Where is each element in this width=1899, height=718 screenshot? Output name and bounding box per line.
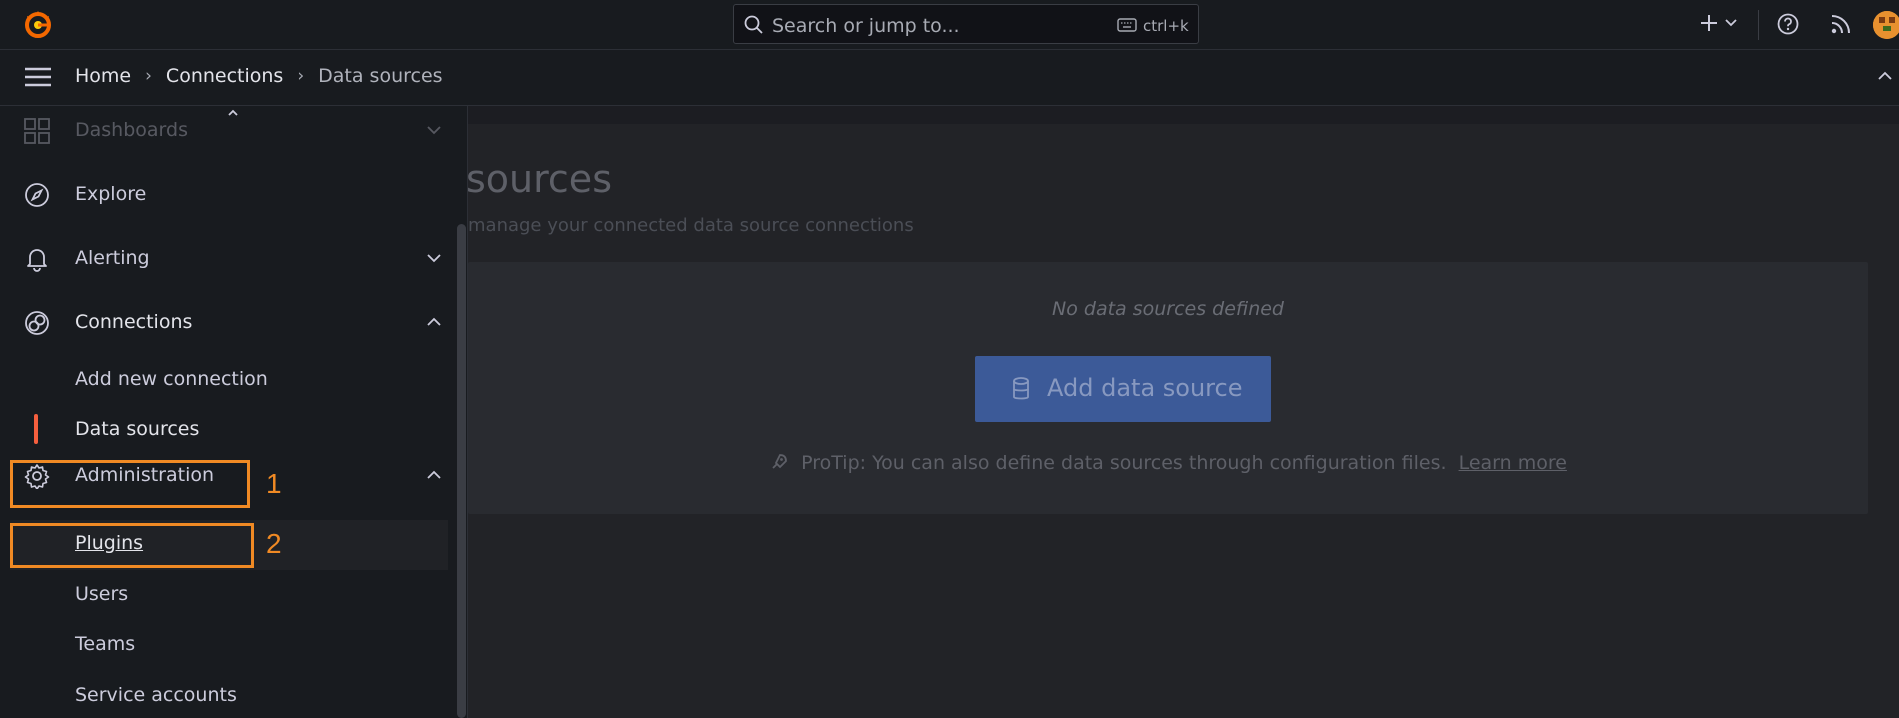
connections-icon: [24, 310, 50, 336]
chevron-up-icon[interactable]: [1877, 70, 1893, 82]
protip-text: ProTip: You can also define data sources…: [468, 452, 1868, 474]
chevron-up-icon[interactable]: [426, 468, 442, 482]
top-bar: Search or jump to... ctrl+k: [0, 0, 1899, 50]
sidebar-item-label: Explore: [75, 183, 147, 205]
rocket-icon: [769, 452, 789, 472]
hamburger-menu-icon[interactable]: [24, 66, 52, 88]
breadcrumb-separator: ›: [145, 66, 152, 86]
sidebar-item-label: Dashboards: [75, 119, 188, 141]
compass-icon: [24, 182, 50, 208]
bell-icon: [24, 246, 50, 272]
page-subtitle: manage your connected data source connec…: [468, 215, 914, 236]
apps-icon: [24, 118, 50, 144]
sidebar-subitem-service-accounts[interactable]: Service accounts: [75, 684, 237, 706]
learn-more-link[interactable]: Learn more: [1459, 452, 1567, 474]
add-data-source-button[interactable]: Add data source: [975, 356, 1271, 422]
search-bar[interactable]: Search or jump to... ctrl+k: [733, 4, 1199, 44]
scrollbar-thumb[interactable]: [457, 224, 466, 718]
sidebar-item-alerting[interactable]: Alerting: [0, 234, 448, 284]
chevron-down-icon[interactable]: [1724, 17, 1738, 29]
breadcrumb-connections[interactable]: Connections: [166, 65, 283, 87]
breadcrumb: Home › Connections › Data sources: [75, 65, 443, 87]
sidebar-item-label: Connections: [75, 311, 193, 333]
empty-state-text: No data sources defined: [1052, 298, 1284, 320]
plus-icon[interactable]: [1698, 12, 1720, 34]
sidebar-subitem-data-sources[interactable]: Data sources: [75, 418, 199, 440]
search-shortcut: ctrl+k: [1143, 17, 1189, 35]
breadcrumb-data-sources: Data sources: [318, 65, 443, 87]
sidebar-subitem-teams[interactable]: Teams: [75, 633, 135, 655]
navigation-menu: Dashboards Explore Alerting Connections …: [0, 106, 468, 718]
annotation-box-administration: [10, 460, 250, 508]
help-icon[interactable]: [1776, 12, 1800, 36]
protip-message: ProTip: You can also define data sources…: [801, 452, 1447, 474]
database-icon: [1011, 377, 1031, 401]
search-placeholder: Search or jump to...: [772, 15, 960, 37]
sidebar-item-explore[interactable]: Explore: [0, 170, 448, 220]
annotation-number-2: 2: [266, 528, 282, 559]
sidebar-item-dashboards[interactable]: Dashboards: [0, 106, 448, 156]
breadcrumb-separator: ›: [297, 66, 305, 86]
annotation-box-plugins: [10, 523, 254, 568]
toolbar-divider: [1758, 10, 1759, 40]
active-item-marker: [34, 414, 38, 444]
annotation-number-1: 1: [266, 468, 282, 499]
chevron-up-icon[interactable]: [426, 315, 442, 329]
chevron-down-icon[interactable]: [426, 251, 442, 265]
sidebar-item-connections[interactable]: Connections: [0, 298, 448, 348]
sidebar-subitem-add-new-connection[interactable]: Add new connection: [75, 368, 268, 390]
breadcrumb-home[interactable]: Home: [75, 65, 131, 87]
rss-icon[interactable]: [1829, 12, 1853, 36]
empty-state-card: No data sources defined Add data source …: [468, 262, 1868, 514]
search-icon: [744, 15, 764, 35]
sidebar-item-label: Alerting: [75, 247, 150, 269]
avatar[interactable]: [1873, 11, 1899, 39]
grafana-logo-icon[interactable]: [22, 8, 54, 40]
keyboard-icon: [1117, 18, 1137, 32]
sidebar-subitem-users[interactable]: Users: [75, 583, 128, 605]
page-title: sources: [466, 157, 612, 201]
breadcrumb-bar: Home › Connections › Data sources: [0, 50, 1899, 106]
chevron-down-icon[interactable]: [426, 123, 442, 137]
add-data-source-label: Add data source: [1047, 374, 1243, 402]
